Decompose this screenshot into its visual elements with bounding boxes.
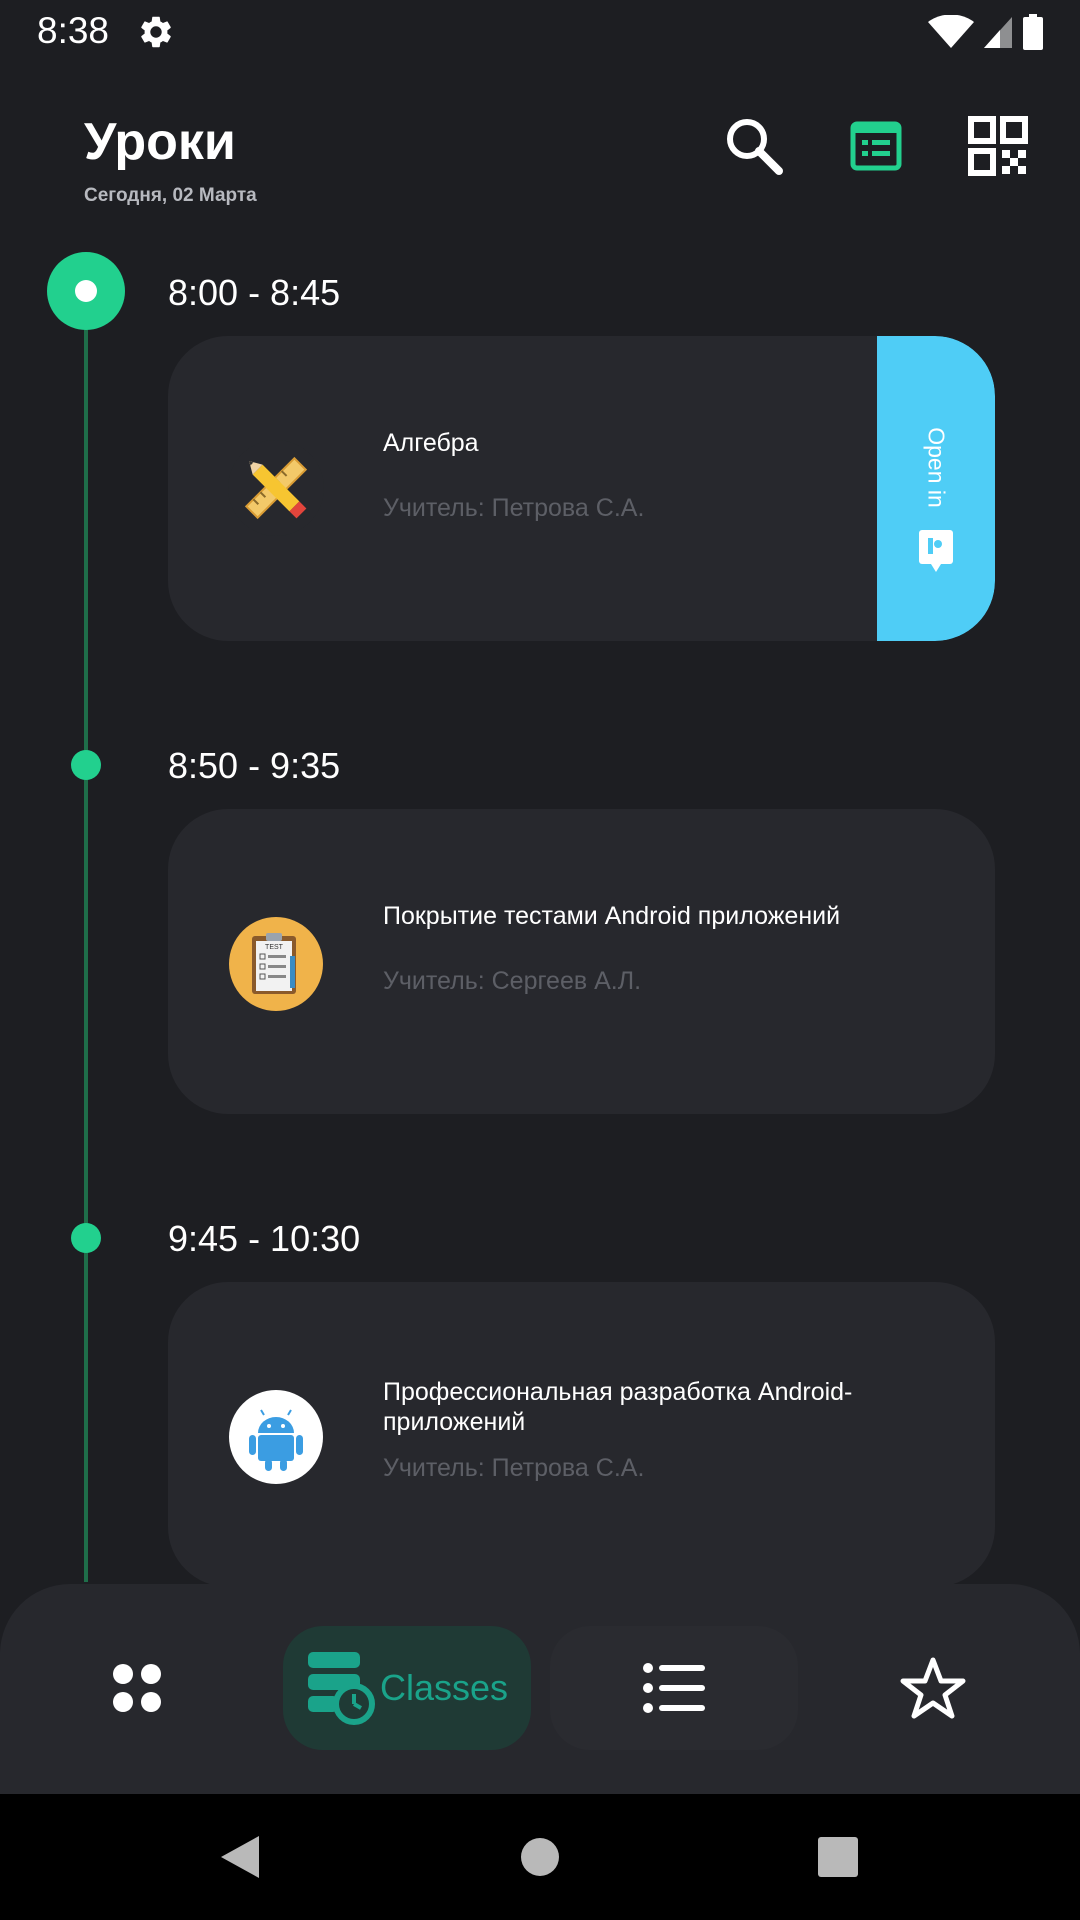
bottom-navigation: Classes xyxy=(0,1584,1080,1794)
lesson-teacher: Учитель: Петрова С.А. xyxy=(383,1454,645,1482)
page-title: Уроки xyxy=(84,113,236,171)
back-icon[interactable] xyxy=(215,1832,265,1882)
home-icon[interactable] xyxy=(515,1832,565,1882)
nav-classes-label: Classes xyxy=(379,1667,509,1708)
lesson-card[interactable]: Профессиональная разработка Android-прил… xyxy=(168,1282,995,1587)
search-icon xyxy=(727,119,783,175)
schedule-list-icon xyxy=(850,121,902,171)
nav-favorites[interactable] xyxy=(848,1626,1018,1750)
nav-classes[interactable]: Classes xyxy=(283,1626,531,1750)
settings-icon xyxy=(141,16,171,48)
timeline-line xyxy=(84,292,88,1582)
status-icons xyxy=(928,14,1044,50)
lesson-time: 8:00 - 8:45 xyxy=(168,272,341,313)
apps-grid-icon xyxy=(113,1664,161,1712)
system-navigation-bar xyxy=(0,1794,1080,1920)
recents-icon[interactable] xyxy=(813,1832,863,1882)
timeline-node xyxy=(71,750,101,780)
lesson-title: Профессиональная разработка Android-прил… xyxy=(383,1378,853,1436)
timeline-node xyxy=(71,1223,101,1253)
qr-code-icon xyxy=(968,116,1028,176)
lesson-teacher: Учитель: Сергеев А.Л. xyxy=(383,967,642,995)
qr-code-button[interactable] xyxy=(962,110,1034,182)
list-icon xyxy=(643,1663,705,1713)
lesson-title: Покрытие тестами Android приложений xyxy=(383,902,841,930)
lesson-title: Алгебра xyxy=(383,429,479,457)
schedule-list-button[interactable] xyxy=(840,110,912,182)
timeline-node-current xyxy=(47,252,125,330)
star-icon xyxy=(900,1657,966,1719)
classes-icon xyxy=(307,1652,375,1725)
open-in-label: Open in xyxy=(923,427,950,508)
presentation-icon xyxy=(919,530,953,572)
signal-icon xyxy=(984,17,1012,48)
lesson-time: 9:45 - 10:30 xyxy=(168,1218,361,1259)
lesson-time: 8:50 - 9:35 xyxy=(168,745,341,786)
lesson-teacher: Учитель: Петрова С.А. xyxy=(383,494,645,522)
lesson-card[interactable]: TEST Покрытие тестами Android приложений… xyxy=(168,809,995,1114)
nav-apps[interactable] xyxy=(52,1626,222,1750)
ruler-pencil-icon xyxy=(228,440,324,536)
android-icon xyxy=(229,1390,323,1484)
page-date: Сегодня, 02 Марта xyxy=(84,185,257,206)
test-clipboard-icon: TEST xyxy=(229,917,323,1011)
battery-icon xyxy=(1023,14,1043,50)
search-button[interactable] xyxy=(718,110,790,182)
nav-list[interactable] xyxy=(550,1626,798,1750)
status-bar: 8:38 xyxy=(0,0,1080,64)
status-time: 8:38 xyxy=(37,10,110,51)
wifi-icon xyxy=(928,15,974,48)
open-in-button[interactable]: Open in xyxy=(877,336,995,641)
lesson-card[interactable]: Алгебра Учитель: Петрова С.А. Open in xyxy=(168,336,995,641)
screen: 8:38 Уроки Сегодня, 02 Марта 8:00 - 8:45… xyxy=(0,0,1080,1920)
svg-text:TEST: TEST xyxy=(265,944,284,951)
